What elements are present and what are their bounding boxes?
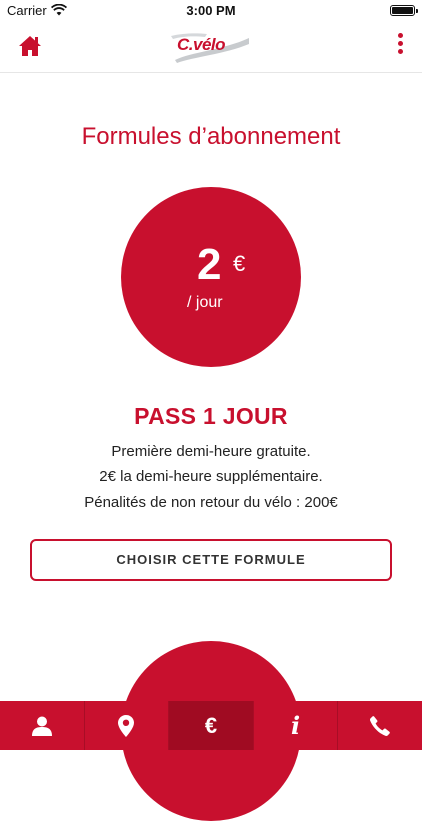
tab-contact[interactable] <box>338 701 422 750</box>
status-bar: Carrier 3:00 PM <box>0 0 422 22</box>
price-amount: 2 <box>197 240 222 289</box>
cvelo-logo: C.vélo <box>171 30 251 64</box>
price-currency: € <box>233 251 246 276</box>
home-button[interactable] <box>17 34 43 58</box>
bottom-tab-bar: € i <box>0 701 422 750</box>
description-line: 2€ la demi-heure supplémentaire. <box>99 468 323 485</box>
tab-map[interactable] <box>85 701 170 750</box>
description-line: Pénalités de non retour du vélo : 200€ <box>84 494 338 511</box>
price-unit: / jour <box>187 294 223 311</box>
tab-pricing[interactable]: € <box>169 701 254 750</box>
status-time: 3:00 PM <box>186 3 236 18</box>
map-pin-icon <box>118 714 135 737</box>
phone-icon <box>370 715 391 736</box>
tab-info[interactable]: i <box>254 701 339 750</box>
user-icon <box>31 716 52 736</box>
app-header: C.vélo <box>0 22 422 73</box>
euro-icon: € <box>204 712 218 738</box>
choose-formula-button[interactable]: CHOISIR CETTE FORMULE <box>30 539 392 581</box>
more-menu-button[interactable] <box>394 33 406 61</box>
home-icon <box>19 36 41 56</box>
description-line: Première demi-heure gratuite. <box>111 443 311 460</box>
price-circle: 2 € / jour <box>121 187 301 367</box>
logo-text: C.vélo <box>177 35 226 54</box>
info-icon: i <box>291 711 301 740</box>
battery-icon <box>390 5 418 16</box>
pass-name: PASS 1 JOUR <box>134 403 288 429</box>
more-vertical-icon <box>394 33 406 54</box>
page-title: Formules d’abonnement <box>81 123 341 150</box>
tab-account[interactable] <box>0 701 85 750</box>
